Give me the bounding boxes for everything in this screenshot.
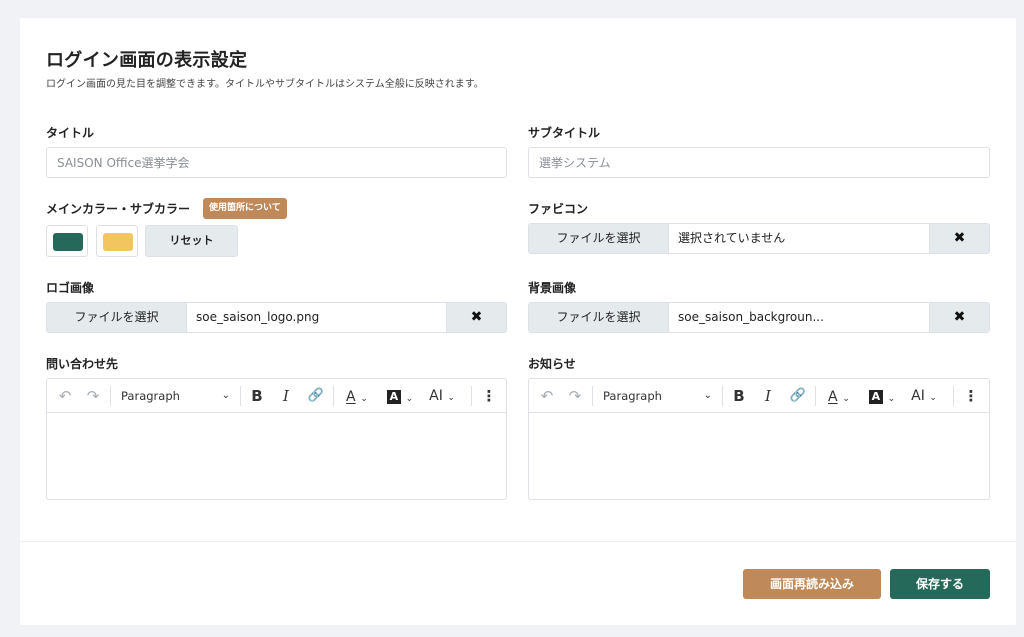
ai-assist-button[interactable]: AI ⌄ (906, 379, 942, 413)
italic-button[interactable]: I (758, 379, 778, 413)
page-description: ログイン画面の見た目を調整できます。タイトルやサブタイトルはシステム全般に反映さ… (46, 79, 484, 90)
redo-icon[interactable]: ↷ (83, 379, 103, 413)
more-icon[interactable]: ⋮ (961, 379, 981, 413)
highlight-color-button[interactable]: A ⌄ (383, 379, 417, 413)
chevron-down-icon: ⌄ (842, 394, 850, 404)
paragraph-select-label: Paragraph (121, 389, 180, 403)
title-label: タイトル (46, 126, 95, 140)
background-file-input: ファイルを選択 soe_saison_backgroun... ✖ (528, 302, 990, 333)
chevron-down-icon: ⌄ (360, 394, 368, 404)
color-usage-badge[interactable]: 使用箇所について (203, 198, 287, 219)
undo-icon[interactable]: ↶ (537, 379, 557, 413)
contact-editor: ↶ ↷ Paragraph ⌄ B I 🔗 A ⌄ A ⌄ AI ⌄ ⋮ (46, 378, 507, 500)
logo-clear-icon[interactable]: ✖ (446, 303, 506, 332)
main-color-swatch (53, 233, 83, 251)
chevron-down-icon: ⌄ (703, 390, 712, 401)
background-clear-icon[interactable]: ✖ (929, 303, 989, 332)
toolbar-divider (240, 386, 241, 406)
logo-label: ロゴ画像 (46, 281, 95, 295)
chevron-down-icon: ⌄ (405, 394, 414, 404)
logo-file-name: soe_saison_logo.png (196, 310, 320, 324)
toolbar-divider (471, 386, 472, 406)
favicon-clear-icon[interactable]: ✖ (929, 224, 989, 253)
favicon-file-name: 選択されていません (678, 231, 786, 245)
toolbar-divider (722, 386, 723, 406)
page-title: ログイン画面の表示設定 (46, 50, 248, 71)
more-icon[interactable]: ⋮ (479, 379, 499, 413)
footer-divider (20, 541, 1016, 542)
chevron-down-icon: ⌄ (929, 393, 937, 403)
background-label: 背景画像 (528, 281, 577, 295)
highlight-icon: A (386, 389, 401, 404)
link-icon[interactable]: 🔗 (305, 379, 327, 413)
contact-label: 問い合わせ先 (46, 357, 119, 371)
toolbar-divider (815, 386, 816, 406)
italic-button[interactable]: I (276, 379, 296, 413)
undo-icon[interactable]: ↶ (55, 379, 75, 413)
ai-icon: AI (911, 388, 925, 404)
favicon-select-button[interactable]: ファイルを選択 (529, 224, 669, 253)
ai-icon: AI (429, 388, 443, 404)
toolbar-divider (953, 386, 954, 406)
favicon-file-input: ファイルを選択 選択されていません ✖ (528, 223, 990, 254)
logo-select-button[interactable]: ファイルを選択 (47, 303, 187, 332)
highlight-icon: A (868, 389, 883, 404)
font-color-button[interactable]: A ⌄ (341, 379, 373, 413)
redo-icon[interactable]: ↷ (565, 379, 585, 413)
ai-assist-button[interactable]: AI ⌄ (424, 379, 460, 413)
title-input[interactable] (46, 147, 507, 178)
paragraph-select[interactable]: Paragraph ⌄ (603, 379, 714, 413)
reload-button[interactable]: 画面再読み込み (743, 569, 881, 599)
font-color-button[interactable]: A ⌄ (823, 379, 855, 413)
font-color-icon: A (828, 389, 838, 405)
bold-button[interactable]: B (729, 379, 749, 413)
logo-file-input: ファイルを選択 soe_saison_logo.png ✖ (46, 302, 507, 333)
notice-editor: ↶ ↷ Paragraph ⌄ B I 🔗 A ⌄ A ⌄ AI ⌄ ⋮ (528, 378, 990, 500)
chevron-down-icon: ⌄ (221, 390, 230, 401)
link-icon[interactable]: 🔗 (787, 379, 809, 413)
contact-editor-toolbar: ↶ ↷ Paragraph ⌄ B I 🔗 A ⌄ A ⌄ AI ⌄ ⋮ (47, 379, 506, 413)
chevron-down-icon: ⌄ (887, 394, 896, 404)
toolbar-divider (592, 386, 593, 406)
settings-card: ログイン画面の表示設定 ログイン画面の見た目を調整できます。タイトルやサブタイト… (20, 18, 1016, 625)
background-select-button[interactable]: ファイルを選択 (529, 303, 669, 332)
toolbar-divider (333, 386, 334, 406)
subtitle-input[interactable] (528, 147, 990, 178)
font-color-icon: A (346, 389, 356, 405)
main-color-picker[interactable] (46, 225, 88, 257)
sub-color-swatch (103, 233, 133, 251)
paragraph-select[interactable]: Paragraph ⌄ (121, 379, 232, 413)
background-file-name: soe_saison_backgroun... (678, 310, 824, 324)
notice-label: お知らせ (528, 357, 576, 371)
chevron-down-icon: ⌄ (447, 393, 455, 403)
bold-button[interactable]: B (247, 379, 267, 413)
toolbar-divider (110, 386, 111, 406)
sub-color-picker[interactable] (96, 225, 138, 257)
save-button[interactable]: 保存する (890, 569, 990, 599)
paragraph-select-label: Paragraph (603, 389, 662, 403)
color-label: メインカラー・サブカラー (46, 202, 191, 216)
color-reset-button[interactable]: リセット (145, 225, 238, 257)
favicon-label: ファビコン (528, 202, 589, 216)
subtitle-label: サブタイトル (528, 126, 601, 140)
highlight-color-button[interactable]: A ⌄ (865, 379, 899, 413)
notice-editor-toolbar: ↶ ↷ Paragraph ⌄ B I 🔗 A ⌄ A ⌄ AI ⌄ ⋮ (529, 379, 989, 413)
